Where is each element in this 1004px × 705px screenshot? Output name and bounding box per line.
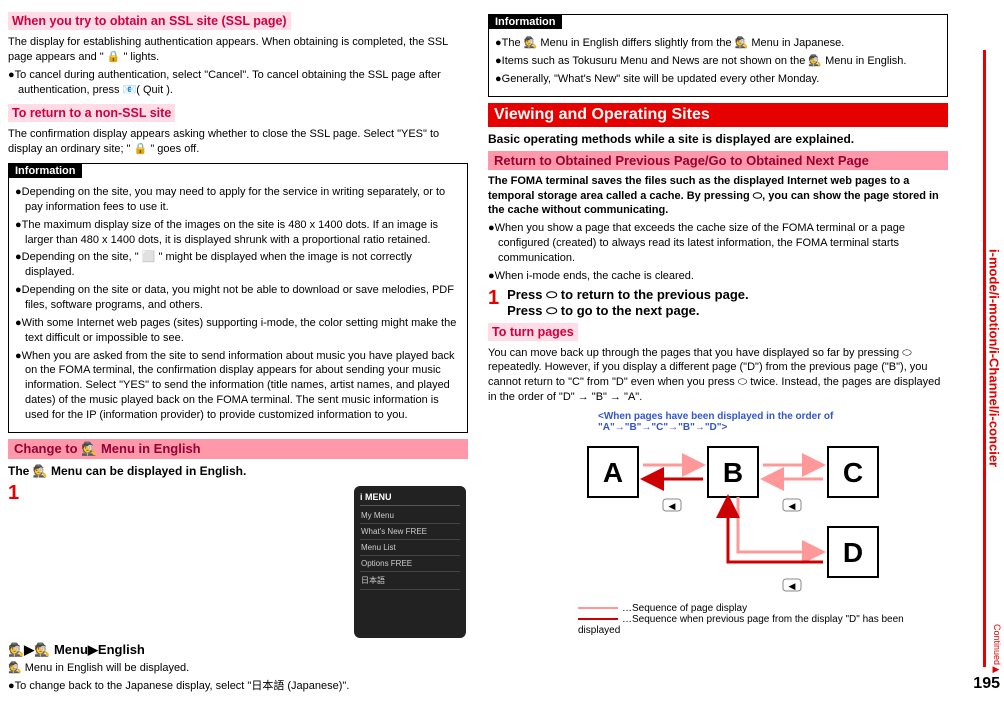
info1-b4: ●Depending on the site or data, you migh… xyxy=(15,283,461,313)
step1-title: 🕵▶🕵 Menu▶English xyxy=(8,642,428,658)
svg-text:D: D xyxy=(843,537,863,568)
info-box-1: Information ●Depending on the site, you … xyxy=(8,163,468,433)
step1r-a: Press ⬭ to return to the previous page. xyxy=(507,287,927,303)
info-title-1: Information xyxy=(9,164,82,178)
phone-screenshot: i MENU My Menu What's New FREE Menu List… xyxy=(354,486,466,638)
ssl-para2: ●To cancel during authentication, select… xyxy=(8,68,468,98)
diagram-svg: A B C D ◀ xyxy=(568,437,898,597)
page-flow-diagram: <When pages have been displayed in the o… xyxy=(518,411,948,636)
step1-body1: 🕵 Menu in English will be displayed. xyxy=(8,661,428,676)
continued-indicator: Continued▶ xyxy=(992,624,1002,675)
step-number-r: 1 xyxy=(488,287,504,310)
section-tab: i-mode/i-motion/i-Channel/i-concier xyxy=(983,50,1002,667)
phone-menu-item: My Menu xyxy=(360,508,460,524)
svg-text:B: B xyxy=(723,457,743,488)
info2-b1: ●The 🕵 Menu in English differs slightly … xyxy=(495,36,941,51)
ssl-para1: The display for establishing authenticat… xyxy=(8,35,468,65)
svg-text:◀: ◀ xyxy=(669,501,676,511)
heading-ssl: When you try to obtain an SSL site (SSL … xyxy=(8,12,291,30)
svg-text:◀: ◀ xyxy=(789,501,796,511)
step1r-b: Press ⬭ to go to the next page. xyxy=(507,303,927,319)
phone-menu-item: Options FREE xyxy=(360,556,460,572)
nonssl-para: The confirmation display appears asking … xyxy=(8,127,468,157)
change-menu-sub: The 🕵 Menu can be displayed in English. xyxy=(8,463,468,479)
phone-menu-item: What's New FREE xyxy=(360,524,460,540)
return-para2: ●When you show a page that exceeds the c… xyxy=(488,221,948,266)
heading-turn: To turn pages xyxy=(488,323,578,341)
heading-change-menu: Change to 🕵 Menu in English xyxy=(8,439,468,459)
info1-b3: ●Depending on the site, " ⬜ " might be d… xyxy=(15,250,461,280)
step-number: 1 xyxy=(8,482,24,505)
info2-b3: ●Generally, "What's New" site will be up… xyxy=(495,72,941,87)
info-title-2: Information xyxy=(489,15,562,29)
page-number: 195 xyxy=(973,675,1000,693)
phone-menu-item: Menu List xyxy=(360,540,460,556)
heading-return: Return to Obtained Previous Page/Go to O… xyxy=(488,151,948,170)
return-para1: The FOMA terminal saves the files such a… xyxy=(488,174,948,219)
svg-text:C: C xyxy=(843,457,863,488)
viewing-sub: Basic operating methods while a site is … xyxy=(488,131,948,147)
step1-body2: ●To change back to the Japanese display,… xyxy=(8,679,428,694)
turn-para: You can move back up through the pages t… xyxy=(488,346,948,405)
svg-text:◀: ◀ xyxy=(789,581,796,591)
legend-pink: …Sequence of page display xyxy=(578,603,948,614)
heading-viewing: Viewing and Operating Sites xyxy=(488,103,948,127)
diagram-title: <When pages have been displayed in the o… xyxy=(598,411,948,433)
legend-red: …Sequence when previous page from the di… xyxy=(578,614,948,636)
info-box-2: Information ●The 🕵 Menu in English diffe… xyxy=(488,14,948,97)
heading-nonssl: To return to a non-SSL site xyxy=(8,104,175,122)
phone-menu-title: i MENU xyxy=(360,492,460,506)
svg-text:A: A xyxy=(603,457,623,488)
info1-b2: ●The maximum display size of the images … xyxy=(15,218,461,248)
info1-b6: ●When you are asked from the site to sen… xyxy=(15,349,461,423)
info1-b1: ●Depending on the site, you may need to … xyxy=(15,185,461,215)
return-para3: ●When i-mode ends, the cache is cleared. xyxy=(488,269,948,284)
phone-menu-item: 日本語 xyxy=(360,572,460,590)
info2-b2: ●Items such as Tokusuru Menu and News ar… xyxy=(495,54,941,69)
info1-b5: ●With some Internet web pages (sites) su… xyxy=(15,316,461,346)
